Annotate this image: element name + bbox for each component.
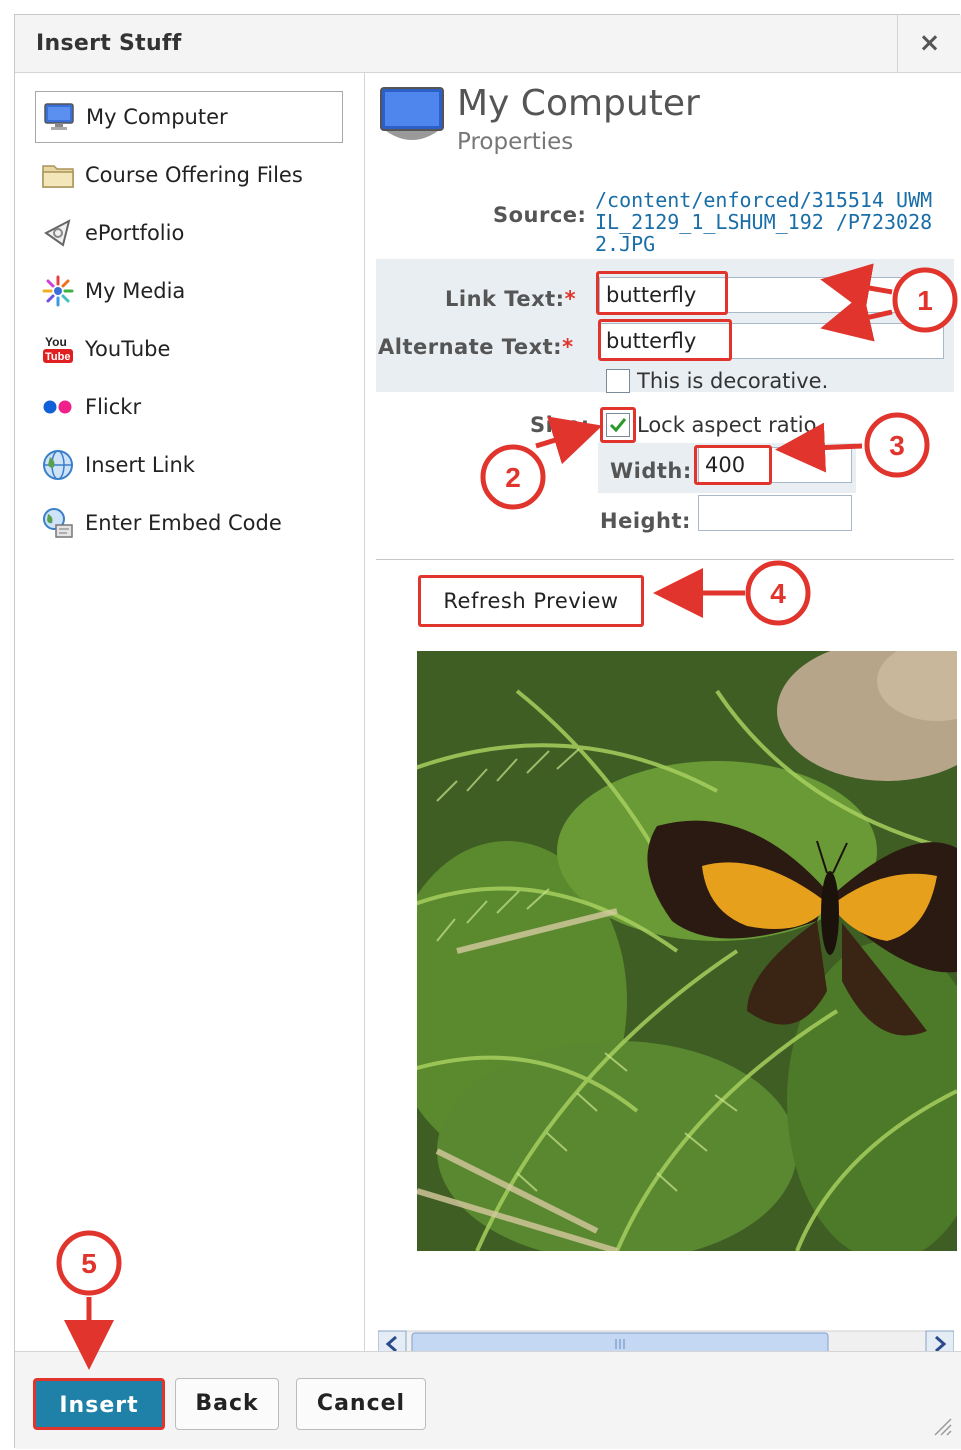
sidebar-item-label: ePortfolio [85, 221, 185, 245]
close-button[interactable]: × [897, 15, 961, 73]
resize-grip-icon[interactable] [931, 1415, 953, 1441]
decorative-checkbox[interactable] [606, 369, 630, 393]
link-text-highlight [596, 271, 728, 315]
insert-stuff-dialog: Insert Stuff × My Computer Course Offeri… [14, 14, 961, 1449]
decorative-label: This is decorative. [637, 369, 829, 393]
eportfolio-icon [41, 216, 75, 250]
svg-text:You: You [45, 335, 67, 349]
butterfly-photo [417, 651, 957, 1251]
required-marker: * [562, 335, 574, 359]
width-label: Width: [610, 459, 692, 483]
sidebar-item-my-computer[interactable]: My Computer [35, 91, 343, 143]
sidebar-item-label: My Media [85, 279, 186, 303]
sidebar-item-eportfolio[interactable]: ePortfolio [35, 207, 343, 259]
monitor-icon [380, 87, 444, 149]
width-highlight [694, 445, 772, 485]
sidebar-item-youtube[interactable]: You Tube YouTube [35, 323, 343, 375]
globe-icon [41, 448, 75, 482]
section-divider [376, 559, 954, 560]
sidebar-item-flickr[interactable]: Flickr [35, 381, 343, 433]
lock-aspect-label: Lock aspect ratio [637, 413, 817, 437]
horizontal-scrollbar[interactable] [377, 1329, 955, 1351]
embed-code-icon [41, 506, 75, 540]
dialog-titlebar: Insert Stuff × [15, 15, 961, 73]
height-input[interactable] [698, 495, 852, 531]
source-sidebar: My Computer Course Offering Files ePortf… [15, 73, 365, 1351]
source-link[interactable]: /content/enforced/315514 UWMIL_2129_1_LS… [595, 189, 941, 255]
refresh-preview-button[interactable]: Refresh Preview [418, 575, 644, 627]
dialog-title: Insert Stuff [36, 31, 182, 56]
required-marker: * [564, 287, 577, 311]
alt-text-label: Alternate Text:* [378, 335, 574, 359]
insert-button[interactable]: Insert [33, 1378, 165, 1430]
panel-subtitle: Properties [457, 129, 574, 155]
height-label: Height: [600, 509, 691, 533]
sidebar-item-insert-link[interactable]: Insert Link [35, 439, 343, 491]
sidebar-item-label: Course Offering Files [85, 163, 303, 187]
cancel-button[interactable]: Cancel [296, 1378, 426, 1430]
lock-checkbox-highlight [600, 407, 636, 443]
sidebar-item-label: Flickr [85, 395, 142, 419]
link-text-label: Link Text:* [445, 287, 577, 311]
folder-icon [41, 158, 75, 192]
close-icon: × [918, 28, 941, 58]
image-preview [417, 651, 957, 1251]
monitor-icon [42, 100, 76, 134]
alt-text-highlight [598, 319, 732, 361]
back-button[interactable]: Back [175, 1378, 279, 1430]
sidebar-item-label: Insert Link [85, 453, 195, 477]
source-label: Source: [493, 203, 587, 227]
dialog-footer: Insert Back Cancel [15, 1351, 961, 1449]
size-label: Size: [530, 413, 590, 437]
media-icon [41, 274, 75, 308]
svg-text:Tube: Tube [45, 351, 70, 363]
sidebar-item-label: Enter Embed Code [85, 511, 282, 535]
flickr-icon [41, 390, 75, 424]
sidebar-item-label: My Computer [86, 105, 228, 129]
properties-panel: My Computer Properties Source: /content/… [366, 73, 960, 1351]
sidebar-item-course-offering-files[interactable]: Course Offering Files [35, 149, 343, 201]
sidebar-item-label: YouTube [85, 337, 171, 361]
panel-title: My Computer [457, 83, 700, 124]
sidebar-item-my-media[interactable]: My Media [35, 265, 343, 317]
sidebar-item-enter-embed-code[interactable]: Enter Embed Code [35, 497, 343, 549]
youtube-icon: You Tube [41, 332, 75, 366]
